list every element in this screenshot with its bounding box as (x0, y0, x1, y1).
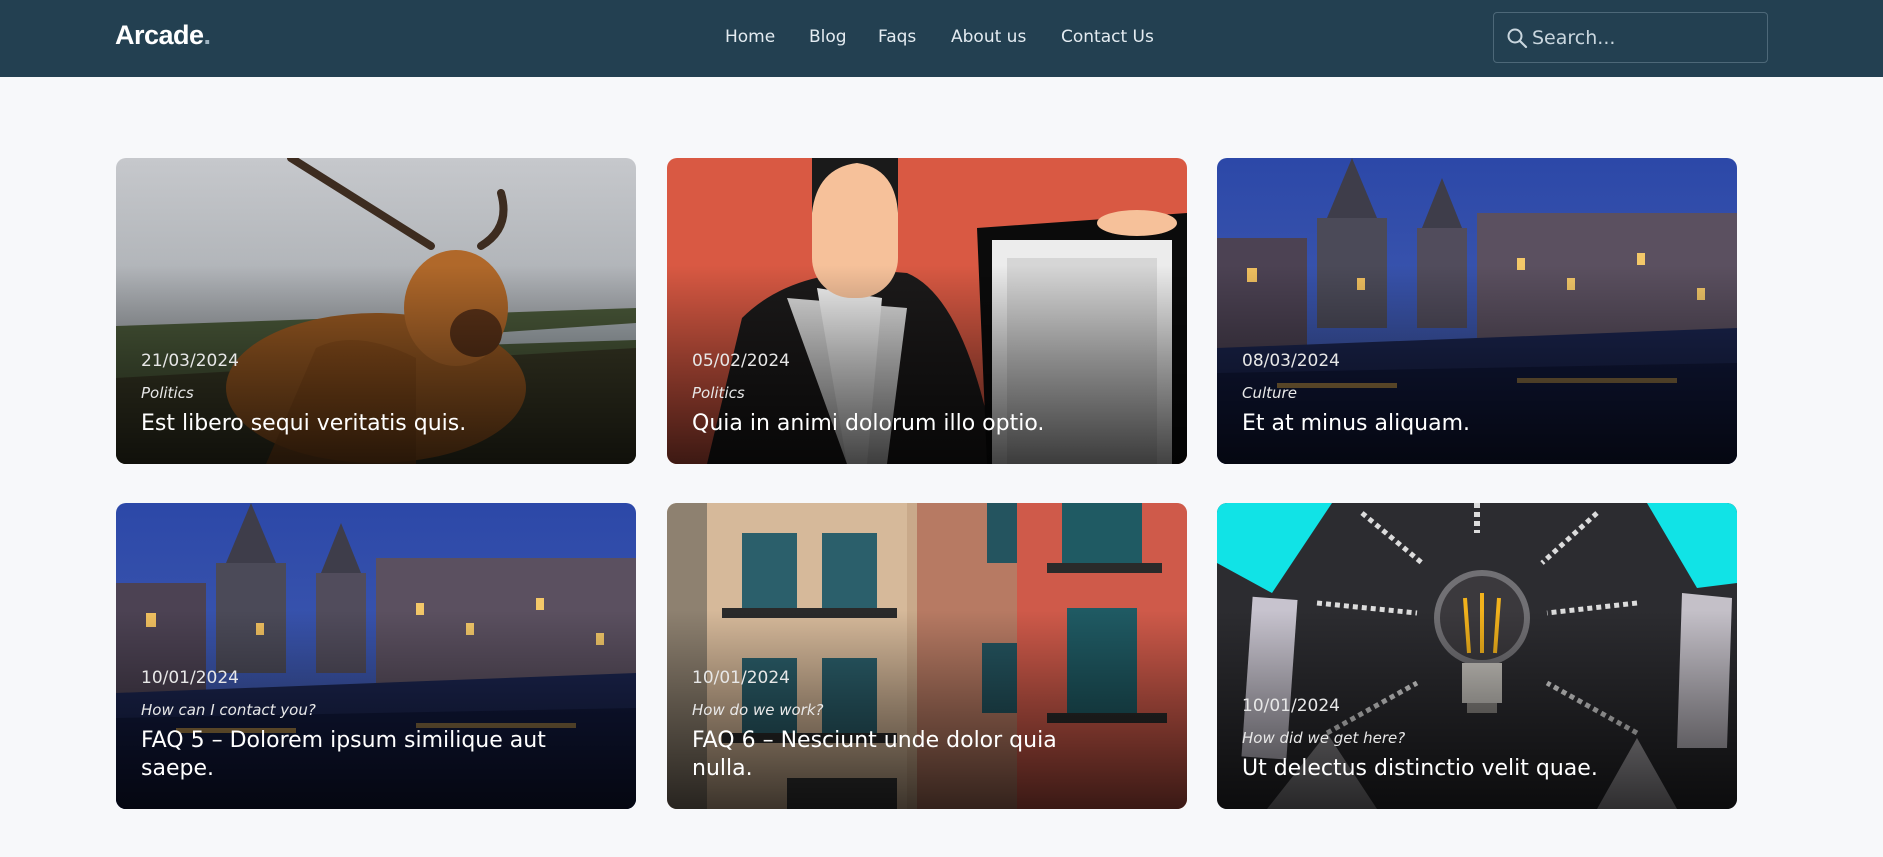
post-category: Politics (692, 384, 745, 402)
post-card[interactable]: 10/01/2024 How can I contact you? FAQ 5 … (116, 503, 636, 809)
top-navbar: Arcade. Home Blog Faqs About us Contact … (0, 0, 1883, 77)
post-category: How can I contact you? (141, 701, 316, 719)
post-card[interactable]: 10/01/2024 How do we work? FAQ 6 – Nesci… (667, 503, 1187, 809)
card-text: 10/01/2024 How can I contact you? FAQ 5 … (141, 668, 566, 783)
search-box[interactable] (1493, 12, 1768, 63)
post-title[interactable]: FAQ 5 – Dolorem ipsum similique aut saep… (141, 727, 566, 783)
post-category: How do we work? (692, 701, 824, 719)
post-title[interactable]: Quia in animi dolorum illo optio. (692, 410, 1117, 438)
post-title[interactable]: Est libero sequi veritatis quis. (141, 410, 566, 438)
post-date: 10/01/2024 (141, 668, 239, 688)
post-title[interactable]: Et at minus aliquam. (1242, 410, 1667, 438)
post-title[interactable]: Ut delectus distinctio velit quae. (1242, 755, 1667, 783)
nav-link-faqs[interactable]: Faqs (878, 27, 916, 47)
card-text: 10/01/2024 How did we get here? Ut delec… (1242, 696, 1667, 783)
search-input[interactable] (1532, 13, 1762, 62)
post-card[interactable]: 10/01/2024 How did we get here? Ut delec… (1217, 503, 1737, 809)
post-card[interactable]: 05/02/2024 Politics Quia in animi doloru… (667, 158, 1187, 464)
post-category: Politics (141, 384, 194, 402)
card-text: 10/01/2024 How do we work? FAQ 6 – Nesci… (692, 668, 1117, 783)
post-date: 10/01/2024 (1242, 696, 1340, 716)
post-category: How did we get here? (1242, 729, 1406, 747)
post-category: Culture (1242, 384, 1297, 402)
nav-link-about-us[interactable]: About us (951, 27, 1026, 47)
nav-link-contact-us[interactable]: Contact Us (1061, 27, 1154, 47)
card-text: 05/02/2024 Politics Quia in animi doloru… (692, 351, 1117, 438)
post-card[interactable]: 08/03/2024 Culture Et at minus aliquam. (1217, 158, 1737, 464)
nav-link-blog[interactable]: Blog (809, 27, 847, 47)
post-date: 10/01/2024 (692, 668, 790, 688)
post-date: 21/03/2024 (141, 351, 239, 371)
card-text: 08/03/2024 Culture Et at minus aliquam. (1242, 351, 1667, 438)
nav-link-home[interactable]: Home (725, 27, 775, 47)
post-date: 08/03/2024 (1242, 351, 1340, 371)
search-icon (1507, 28, 1528, 49)
post-card[interactable]: 21/03/2024 Politics Est libero sequi ver… (116, 158, 636, 464)
post-title[interactable]: FAQ 6 – Nesciunt unde dolor quia nulla. (692, 727, 1117, 783)
card-text: 21/03/2024 Politics Est libero sequi ver… (141, 351, 566, 438)
post-date: 05/02/2024 (692, 351, 790, 371)
